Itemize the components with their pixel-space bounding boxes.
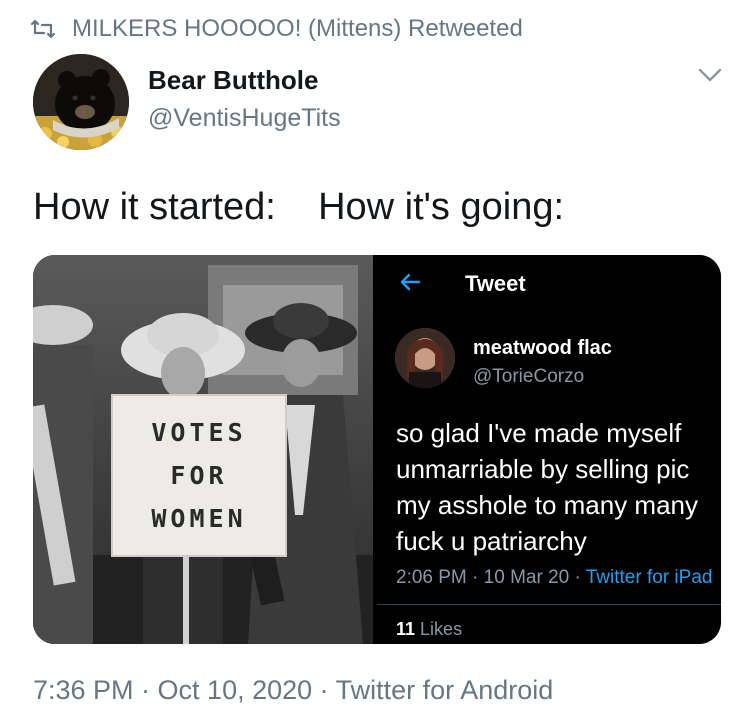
back-arrow-icon[interactable] <box>399 271 421 293</box>
sign-line-1: VOTES <box>151 418 247 447</box>
sign-line-2: FOR <box>170 461 228 490</box>
embedded-avatar[interactable] <box>395 328 455 388</box>
bear-avatar <box>33 54 129 150</box>
meta-separator: · <box>574 567 586 588</box>
media-container[interactable]: VOTES FOR WOMEN Tweet meatwood flac @Tor… <box>33 255 721 644</box>
embedded-tweet-meta: 2:06 PM · 10 Mar 20 · Twitter for iPad <box>396 567 721 589</box>
embedded-likes[interactable]: 11 Likes <box>396 619 462 640</box>
embedded-tweet-text: so glad I've made myself unmarriable by … <box>396 418 699 556</box>
tweet-timestamp[interactable]: 7:36 PM · Oct 10, 2020 · Twitter for And… <box>33 675 553 706</box>
chevron-down-icon[interactable] <box>697 66 723 84</box>
retweet-label: MILKERS HOOOOO! (Mittens) Retweeted <box>72 15 523 42</box>
meta-separator: · <box>472 567 484 588</box>
suffragette-photo[interactable]: VOTES FOR WOMEN <box>33 255 373 644</box>
retweet-icon <box>30 19 56 39</box>
tweet-author: Bear Butthole @VentisHugeTits <box>33 54 723 150</box>
divider <box>377 604 721 605</box>
likes-count: 11 <box>396 619 416 639</box>
embedded-tweet-title: Tweet <box>465 271 526 296</box>
embedded-date: 10 Mar 20 <box>483 567 570 588</box>
votes-for-women-sign: VOTES FOR WOMEN <box>111 394 287 557</box>
display-name[interactable]: Bear Butthole <box>148 65 318 96</box>
avatar[interactable] <box>33 54 129 150</box>
embedded-avatar-art <box>395 328 455 388</box>
embedded-tweet-screenshot[interactable]: Tweet meatwood flac @TorieCorzo so glad … <box>377 255 721 644</box>
user-handle[interactable]: @VentisHugeTits <box>148 104 341 133</box>
embedded-author-name[interactable]: meatwood flac <box>473 337 612 360</box>
sign-line-3: WOMEN <box>151 504 247 533</box>
tweet-text: How it started: How it's going: <box>33 186 565 228</box>
embedded-author-handle[interactable]: @TorieCorzo <box>473 366 584 388</box>
retweet-context[interactable]: MILKERS HOOOOO! (Mittens) Retweeted <box>30 14 523 44</box>
embedded-time: 2:06 PM <box>396 567 467 588</box>
likes-label: Likes <box>420 619 463 639</box>
embedded-tweet-header: Tweet <box>377 255 721 311</box>
embedded-source-link[interactable]: Twitter for iPad <box>586 567 713 588</box>
